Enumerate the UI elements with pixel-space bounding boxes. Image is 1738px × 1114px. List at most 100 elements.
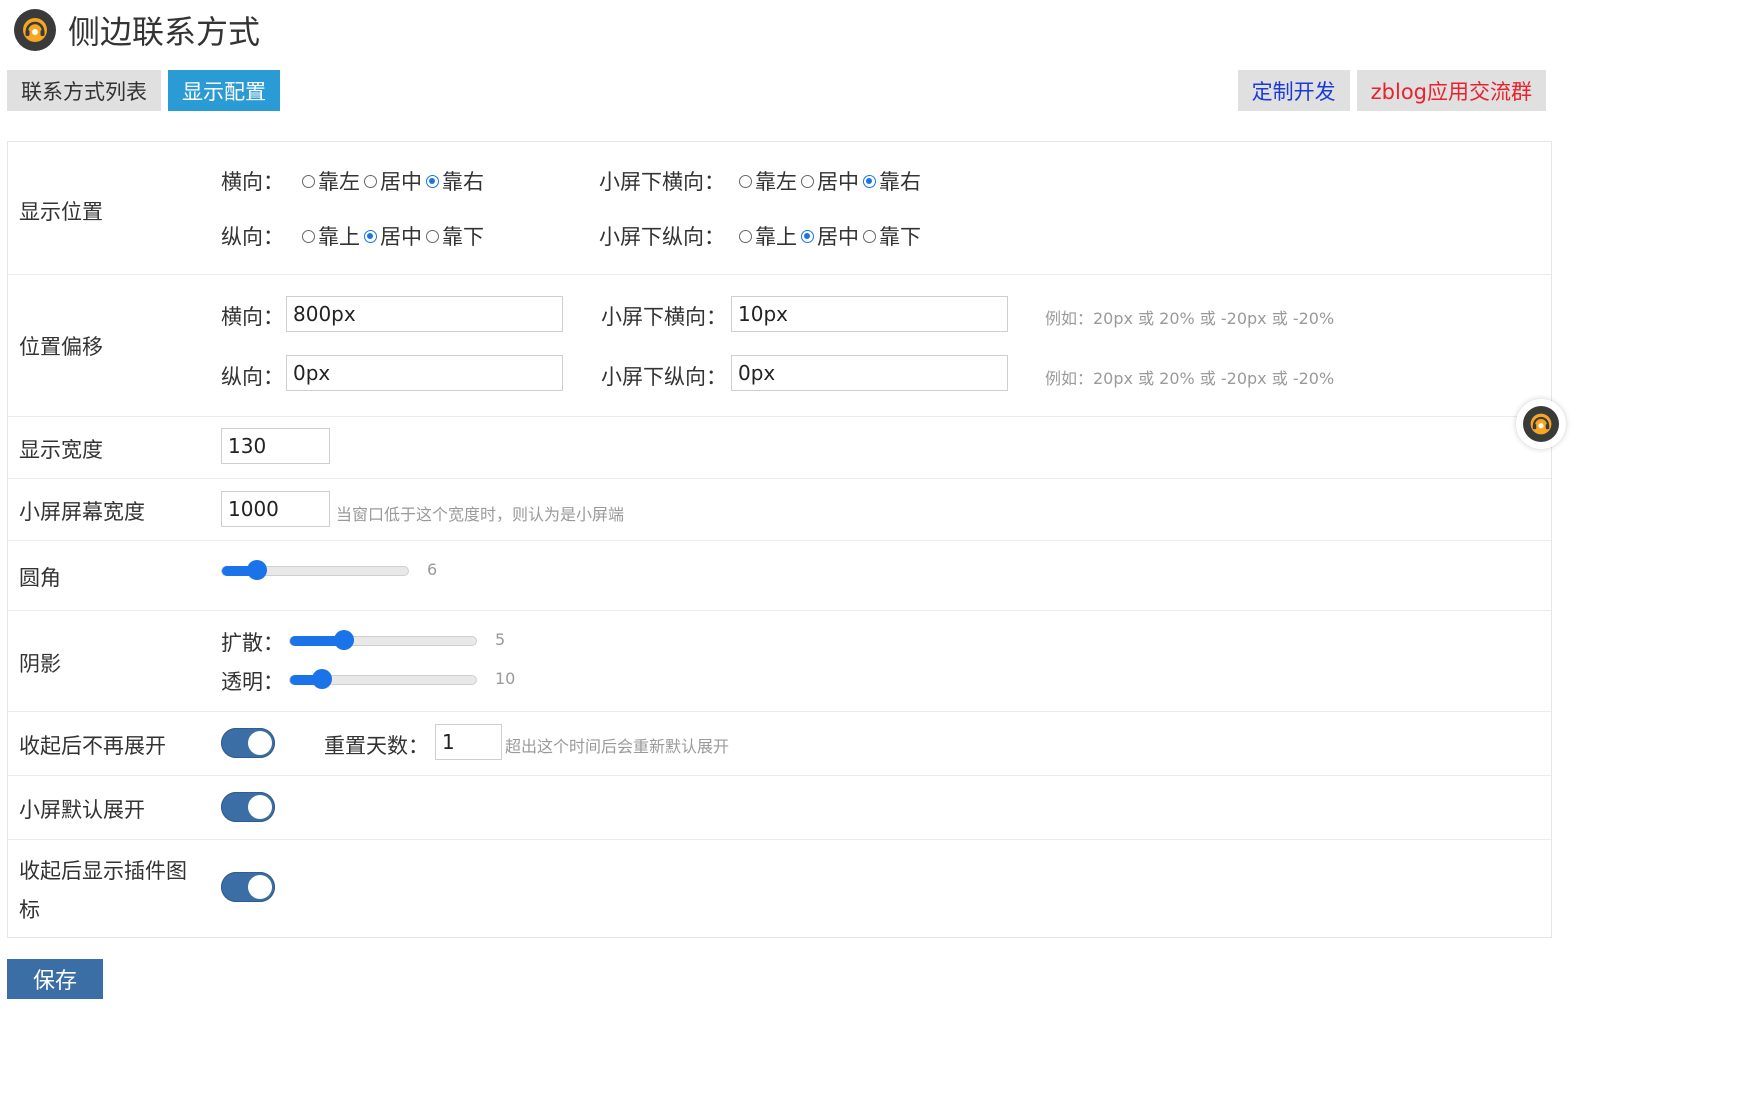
offset-hint: 例如：20px 或 20% 或 -20px 或 -20%: [1045, 369, 1335, 388]
sv-position-group: 小屏下纵向： 靠上 居中 靠下: [599, 221, 925, 251]
h-offset-input[interactable]: 800px: [286, 296, 563, 332]
sh-position-group: 小屏下横向： 靠左 居中 靠右: [599, 166, 925, 196]
row-small-screen-expand: 小屏默认展开: [8, 775, 1551, 840]
radio-v-bottom[interactable]: 靠下: [426, 221, 484, 251]
radio-sv-center[interactable]: 居中: [801, 221, 859, 251]
row-small-screen-width: 小屏屏幕宽度 1000 当窗口低于这个宽度时，则认为是小屏端: [8, 478, 1551, 541]
toggle-knob: [248, 875, 272, 899]
radio-sh-right[interactable]: 靠右: [863, 166, 921, 196]
radio-label: 居中: [817, 225, 859, 249]
radio-icon: [426, 229, 439, 243]
radio-sh-left[interactable]: 靠左: [739, 166, 797, 196]
row-position-offset: 位置偏移 横向： 800px 纵向： 0px 小屏下横向： 10px 小屏下纵向…: [8, 274, 1551, 417]
floating-headset-icon[interactable]: [1516, 399, 1566, 449]
opacity-label: 透明：: [221, 670, 284, 694]
slider-handle[interactable]: [334, 630, 354, 650]
h-position-group: 横向： 靠左 居中 靠右: [221, 166, 488, 196]
radio-v-center[interactable]: 居中: [364, 221, 422, 251]
radio-icon: [302, 229, 315, 243]
row-shadow: 阴影 扩散： 5 透明： 10: [8, 610, 1551, 712]
row-display-position: 显示位置 横向： 靠左 居中 靠右 纵向： 靠上 居中 靠下 小屏下横向： 靠左…: [8, 142, 1551, 275]
radio-label: 居中: [380, 170, 422, 194]
radio-icon: [364, 174, 377, 188]
custom-dev-link[interactable]: 定制开发: [1237, 70, 1350, 111]
radio-label: 靠上: [318, 225, 360, 249]
radio-sv-top[interactable]: 靠上: [739, 221, 797, 251]
radio-icon: [426, 174, 439, 188]
row-radius: 圆角 6: [8, 540, 1551, 611]
reset-days-input[interactable]: 1: [435, 724, 502, 760]
row-label: 小屏默认展开: [19, 798, 145, 822]
opacity-value: 10: [495, 669, 516, 688]
zblog-group-link[interactable]: zblog应用交流群: [1356, 70, 1546, 111]
radio-icon: [801, 174, 814, 188]
slider-handle[interactable]: [312, 669, 332, 689]
radio-label: 居中: [817, 170, 859, 194]
radio-sh-center[interactable]: 居中: [801, 166, 859, 196]
sv-offset-label: 小屏下纵向：: [601, 365, 727, 389]
headset-icon: [1523, 406, 1559, 442]
small-screen-width-input[interactable]: 1000: [221, 491, 330, 527]
opacity-slider[interactable]: [289, 669, 477, 689]
row-show-plugin-icon: 收起后显示插件图 标: [8, 839, 1551, 937]
sv-position-label: 小屏下纵向：: [599, 225, 725, 249]
row-label: 收起后不再展开: [19, 734, 166, 758]
row-label: 阴影: [19, 652, 61, 676]
tab-contact-list[interactable]: 联系方式列表: [7, 70, 161, 111]
radio-label: 居中: [380, 225, 422, 249]
reset-days-hint: 超出这个时间后会重新默认展开: [505, 737, 730, 756]
small-screen-hint: 当窗口低于这个宽度时，则认为是小屏端: [336, 505, 625, 524]
radio-label: 靠下: [442, 225, 484, 249]
row-label: 小屏屏幕宽度: [19, 500, 145, 524]
save-button[interactable]: 保存: [7, 959, 103, 999]
sv-offset-input[interactable]: 0px: [731, 355, 1008, 391]
radio-icon: [739, 229, 752, 243]
right-links: 定制开发 zblog应用交流群: [1231, 70, 1546, 111]
offset-hint: 例如：20px 或 20% 或 -20px 或 -20%: [1045, 309, 1335, 328]
sh-position-label: 小屏下横向：: [599, 170, 725, 194]
radio-icon: [739, 174, 752, 188]
toggle-knob: [248, 731, 272, 755]
spread-value: 5: [495, 630, 506, 649]
row-label: 位置偏移: [19, 335, 103, 359]
radio-icon: [863, 229, 876, 243]
spread-label: 扩散：: [221, 631, 284, 655]
radio-icon: [801, 229, 814, 243]
reset-days-label: 重置天数：: [324, 734, 429, 758]
h-offset-label: 横向：: [221, 305, 284, 329]
h-position-label: 横向：: [221, 170, 284, 194]
row-label: 显示位置: [19, 200, 103, 224]
spread-slider[interactable]: [289, 630, 477, 650]
config-panel: 显示位置 横向： 靠左 居中 靠右 纵向： 靠上 居中 靠下 小屏下横向： 靠左…: [7, 141, 1552, 938]
radio-h-right[interactable]: 靠右: [426, 166, 484, 196]
radio-v-top[interactable]: 靠上: [302, 221, 360, 251]
tab-display-config[interactable]: 显示配置: [168, 70, 280, 111]
v-position-label: 纵向：: [221, 225, 284, 249]
radius-slider[interactable]: [221, 560, 409, 580]
radio-icon: [364, 229, 377, 243]
radio-label: 靠上: [755, 225, 797, 249]
radio-sv-bottom[interactable]: 靠下: [863, 221, 921, 251]
row-collapse-no-expand: 收起后不再展开 重置天数： 1 超出这个时间后会重新默认展开: [8, 711, 1551, 776]
radio-icon: [302, 174, 315, 188]
radio-label: 靠右: [879, 170, 921, 194]
radio-h-center[interactable]: 居中: [364, 166, 422, 196]
v-offset-input[interactable]: 0px: [286, 355, 563, 391]
display-width-input[interactable]: 130: [221, 428, 330, 464]
sh-offset-label: 小屏下横向：: [601, 305, 727, 329]
row-label: 收起后显示插件图: [19, 859, 187, 883]
tab-bar: 联系方式列表 显示配置: [7, 70, 287, 111]
radio-label: 靠右: [442, 170, 484, 194]
show-icon-toggle[interactable]: [221, 872, 275, 902]
small-expand-toggle[interactable]: [221, 792, 275, 822]
headset-icon: [14, 9, 56, 51]
radio-h-left[interactable]: 靠左: [302, 166, 360, 196]
row-label: 显示宽度: [19, 438, 103, 462]
radio-label: 靠左: [755, 170, 797, 194]
slider-handle[interactable]: [247, 560, 267, 580]
sh-offset-input[interactable]: 10px: [731, 296, 1008, 332]
row-label: 标: [19, 898, 40, 922]
v-position-group: 纵向： 靠上 居中 靠下: [221, 221, 488, 251]
collapse-toggle[interactable]: [221, 728, 275, 758]
page-title: 侧边联系方式: [68, 13, 261, 51]
